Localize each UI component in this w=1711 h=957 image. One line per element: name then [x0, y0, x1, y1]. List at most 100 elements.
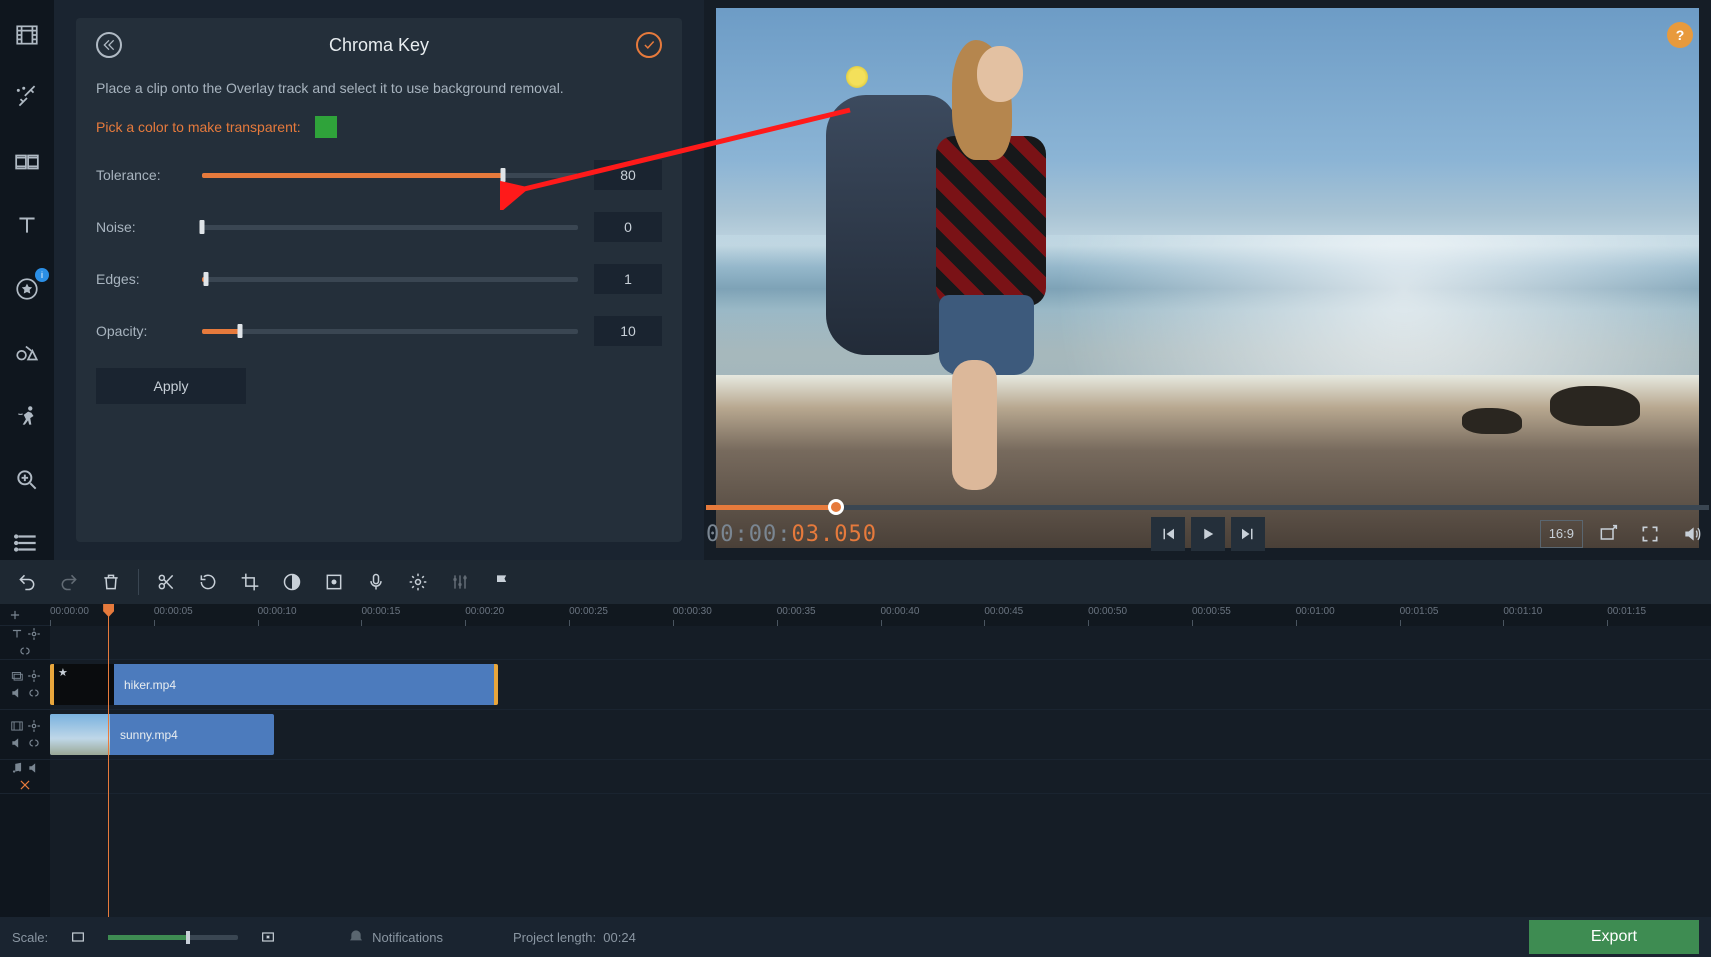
timeline-playhead[interactable]: [108, 604, 109, 917]
marker-button[interactable]: [485, 565, 519, 599]
aspect-ratio-selector[interactable]: 16:9: [1540, 520, 1583, 548]
ruler-tick: 00:01:15: [1607, 606, 1646, 617]
ruler-tick: 00:00:25: [569, 606, 608, 617]
video-track-head[interactable]: [0, 710, 50, 760]
clip-label: hiker.mp4: [124, 678, 176, 692]
ruler-tick: 00:00:10: [258, 606, 297, 617]
title-track[interactable]: [50, 626, 1711, 660]
scale-label: Scale:: [12, 930, 48, 945]
tool-animation[interactable]: [7, 399, 47, 433]
volume-button[interactable]: [1675, 517, 1709, 551]
ruler-tick: 00:00:30: [673, 606, 712, 617]
effect-star-icon: ★: [58, 666, 68, 679]
ruler-tick: 00:00:55: [1192, 606, 1231, 617]
panel-title: Chroma Key: [122, 35, 636, 56]
slider-value[interactable]: 10: [594, 316, 662, 346]
rock-shape: [1462, 408, 1522, 434]
project-length: Project length: 00:24: [513, 930, 636, 945]
tool-transitions[interactable]: [7, 145, 47, 179]
crop-button[interactable]: [233, 565, 267, 599]
chroma-key-panel: Chroma Key Place a clip onto the Overlay…: [76, 18, 682, 542]
clip-label: sunny.mp4: [120, 728, 178, 742]
timecode-display: 00:00:03.050: [706, 522, 877, 547]
rock-shape: [1550, 386, 1640, 426]
next-frame-button[interactable]: [1231, 517, 1265, 551]
fullscreen-button[interactable]: [1633, 517, 1667, 551]
timeline-toolbar: [0, 560, 1711, 604]
accept-button[interactable]: [636, 32, 662, 58]
title-track-head[interactable]: [0, 626, 50, 660]
ruler-tick: 00:01:00: [1296, 606, 1335, 617]
notifications-button[interactable]: Notifications: [348, 929, 443, 945]
ruler-tick: 00:01:05: [1400, 606, 1439, 617]
ruler-tick: 00:00:20: [465, 606, 504, 617]
record-button[interactable]: [317, 565, 351, 599]
tool-callouts[interactable]: [7, 336, 47, 370]
cursor-highlight: [846, 66, 868, 88]
video-preview[interactable]: [716, 8, 1699, 548]
tool-media-library[interactable]: [7, 18, 47, 52]
clip-hiker-mp4[interactable]: ★ hiker.mp4: [50, 664, 498, 705]
status-bar: Scale: Notifications Project length: 00:…: [0, 917, 1711, 957]
apply-button[interactable]: Apply: [96, 368, 246, 404]
tool-stickers[interactable]: i: [7, 272, 47, 306]
ruler-tick: 00:00:45: [984, 606, 1023, 617]
voiceover-button[interactable]: [359, 565, 393, 599]
help-button[interactable]: ?: [1667, 22, 1693, 48]
clip-sunny-mp4[interactable]: sunny.mp4: [50, 714, 274, 755]
color-adjust-button[interactable]: [275, 565, 309, 599]
split-button[interactable]: [149, 565, 183, 599]
preview-scrubber[interactable]: [706, 505, 1709, 510]
ruler-tick: 00:00:15: [361, 606, 400, 617]
overlay-track[interactable]: ★ hiker.mp4: [50, 660, 1711, 710]
slider-label: Noise:: [96, 219, 186, 235]
color-swatch[interactable]: [315, 116, 337, 138]
tool-filters[interactable]: [7, 82, 47, 116]
redo-button: [52, 565, 86, 599]
ruler-tick: 00:00:35: [777, 606, 816, 617]
slider-0[interactable]: [202, 173, 578, 178]
scale-fit-button[interactable]: [68, 927, 88, 947]
ruler-tick: 00:00:00: [50, 606, 89, 617]
slider-3[interactable]: [202, 329, 578, 334]
equalizer-button: [443, 565, 477, 599]
back-button[interactable]: [96, 32, 122, 58]
tool-titles[interactable]: [7, 209, 47, 243]
left-tool-strip: i: [0, 0, 54, 560]
clip-thumbnail: [50, 714, 110, 755]
timeline-tracks: ★ hiker.mp4 sunny.mp4: [50, 626, 1711, 917]
ruler-tick: 00:00:05: [154, 606, 193, 617]
clip-properties-button[interactable]: [401, 565, 435, 599]
slider-label: Tolerance:: [96, 167, 186, 183]
prev-frame-button[interactable]: [1151, 517, 1185, 551]
preview-subject: [795, 40, 1110, 537]
ruler-tick: 00:01:10: [1503, 606, 1542, 617]
slider-value[interactable]: 0: [594, 212, 662, 242]
slider-label: Edges:: [96, 271, 186, 287]
timeline-ruler[interactable]: 00:00:00 00:00:05 00:00:10 00:00:15 00:00:20…: [50, 604, 1711, 626]
color-picker-label: Pick a color to make transparent:: [96, 119, 301, 135]
detach-preview-button[interactable]: [1591, 517, 1625, 551]
slider-value[interactable]: 80: [594, 160, 662, 190]
add-track-button[interactable]: [0, 604, 50, 626]
audio-track[interactable]: [50, 760, 1711, 794]
tool-zoom-pan[interactable]: [7, 463, 47, 497]
slider-value[interactable]: 1: [594, 264, 662, 294]
play-button[interactable]: [1191, 517, 1225, 551]
undo-button[interactable]: [10, 565, 44, 599]
rotate-button[interactable]: [191, 565, 225, 599]
slider-1[interactable]: [202, 225, 578, 230]
overlay-track-head[interactable]: [0, 660, 50, 710]
scale-slider[interactable]: [108, 935, 238, 940]
ruler-tick: 00:00:50: [1088, 606, 1127, 617]
audio-track-head[interactable]: [0, 760, 50, 794]
panel-hint: Place a clip onto the Overlay track and …: [96, 80, 662, 96]
video-track[interactable]: sunny.mp4: [50, 710, 1711, 760]
export-button[interactable]: Export: [1529, 920, 1699, 954]
scale-full-button[interactable]: [258, 927, 278, 947]
slider-2[interactable]: [202, 277, 578, 282]
timeline: 00:00:00 00:00:05 00:00:10 00:00:15 00:00:20…: [0, 604, 1711, 917]
tool-more[interactable]: [7, 527, 47, 561]
slider-label: Opacity:: [96, 323, 186, 339]
delete-button[interactable]: [94, 565, 128, 599]
